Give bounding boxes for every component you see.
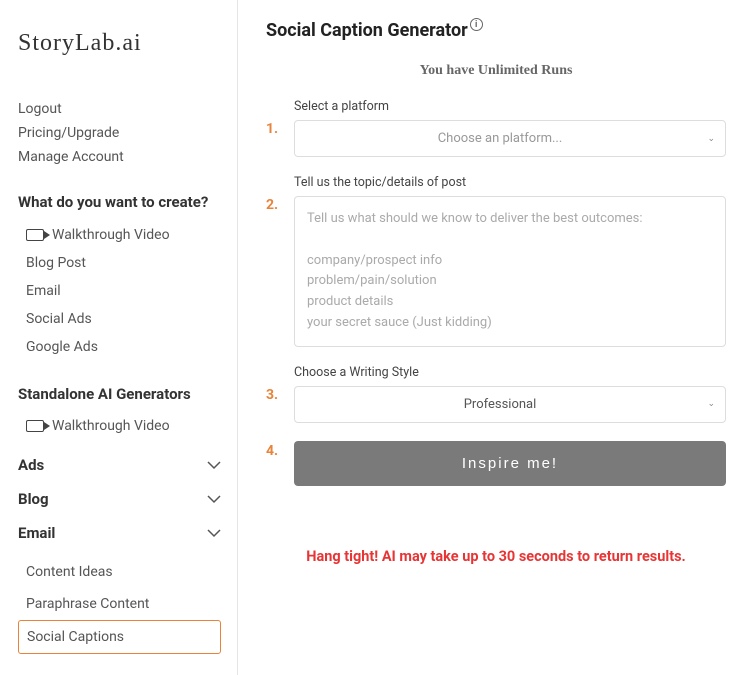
step-4: 4. Inspire me!	[266, 441, 726, 486]
step-2: 2. Tell us the topic/details of post Tel…	[266, 175, 726, 347]
wait-message: Hang tight! AI may take up to 30 seconds…	[266, 546, 726, 568]
topic-label: Tell us the topic/details of post	[294, 175, 726, 190]
create-section: What do you want to create? Walkthrough …	[18, 193, 221, 361]
pricing-link[interactable]: Pricing/Upgrade	[18, 121, 221, 145]
step-number: 2.	[266, 175, 294, 347]
logo: StoryLab.ai	[18, 30, 221, 57]
sidebar-item-content-ideas[interactable]: Content Ideas	[18, 556, 221, 588]
runs-banner: You have Unlimited Runs	[266, 63, 726, 79]
collapsible-label: Email	[18, 524, 55, 542]
standalone-heading: Standalone AI Generators	[18, 385, 221, 405]
chevron-down-icon	[207, 526, 221, 540]
sidebar-item-label: Walkthrough Video	[52, 418, 170, 434]
sidebar-item-label: Email	[26, 283, 61, 299]
chevron-down-icon: ⌄	[707, 399, 715, 409]
video-icon	[26, 229, 44, 241]
chevron-down-icon	[207, 458, 221, 472]
sidebar-item-label: Google Ads	[26, 339, 98, 355]
video-icon	[26, 420, 44, 432]
platform-select-value: Choose an platform...	[438, 131, 563, 146]
writing-style-value: Professional	[464, 397, 537, 412]
sidebar-item-label: Walkthrough Video	[52, 227, 170, 243]
page-title: Social Caption Generator i	[266, 20, 726, 41]
step-number: 4.	[266, 441, 294, 486]
account-nav: Logout Pricing/Upgrade Manage Account	[18, 97, 221, 169]
manage-account-link[interactable]: Manage Account	[18, 145, 221, 169]
info-icon[interactable]: i	[470, 18, 483, 31]
step-number: 3.	[266, 365, 294, 423]
sidebar-item-standalone-walkthrough[interactable]: Walkthrough Video	[18, 412, 221, 440]
step-number: 1.	[266, 99, 294, 157]
sidebar-item-label: Social Ads	[26, 311, 92, 327]
chevron-down-icon: ⌄	[707, 134, 715, 144]
collapsible-blog[interactable]: Blog	[18, 482, 221, 516]
step-1: 1. Select a platform Choose an platform.…	[266, 99, 726, 157]
step-3: 3. Choose a Writing Style Professional ⌄	[266, 365, 726, 423]
sidebar-item-blog-post[interactable]: Blog Post	[18, 249, 221, 277]
topic-textarea[interactable]: Tell us what should we know to deliver t…	[294, 196, 726, 347]
create-heading: What do you want to create?	[18, 193, 221, 213]
standalone-section: Standalone AI Generators Walkthrough Vid…	[18, 385, 221, 441]
collapsible-label: Ads	[18, 456, 44, 474]
style-label: Choose a Writing Style	[294, 365, 726, 380]
platform-select[interactable]: Choose an platform... ⌄	[294, 120, 726, 157]
sidebar-item-social-ads[interactable]: Social Ads	[18, 305, 221, 333]
collapsible-email[interactable]: Email	[18, 516, 221, 550]
page-title-text: Social Caption Generator	[266, 20, 468, 41]
main-content: Social Caption Generator i You have Unli…	[238, 0, 746, 675]
logout-link[interactable]: Logout	[18, 97, 221, 121]
sidebar: StoryLab.ai Logout Pricing/Upgrade Manag…	[0, 0, 238, 675]
sidebar-item-social-captions[interactable]: Social Captions	[18, 620, 221, 654]
collapsible-label: Blog	[18, 490, 49, 508]
sidebar-item-label: Blog Post	[26, 255, 86, 271]
chevron-down-icon	[207, 492, 221, 506]
platform-label: Select a platform	[294, 99, 726, 114]
writing-style-select[interactable]: Professional ⌄	[294, 386, 726, 423]
sidebar-item-walkthrough-video[interactable]: Walkthrough Video	[18, 221, 221, 249]
sidebar-item-email[interactable]: Email	[18, 277, 221, 305]
sidebar-item-paraphrase-content[interactable]: Paraphrase Content	[18, 588, 221, 620]
sidebar-item-google-ads[interactable]: Google Ads	[18, 333, 221, 361]
collapsible-ads[interactable]: Ads	[18, 448, 221, 482]
inspire-button[interactable]: Inspire me!	[294, 441, 726, 486]
